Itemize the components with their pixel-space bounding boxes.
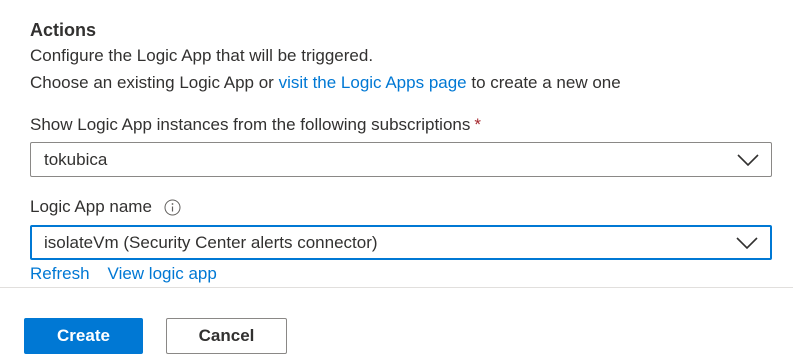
section-heading: Actions [30, 20, 97, 40]
description-prefix: Choose an existing Logic App or [30, 73, 279, 92]
subscriptions-dropdown[interactable]: tokubica [30, 142, 772, 177]
required-marker: * [474, 115, 481, 134]
footer-divider [0, 287, 793, 288]
refresh-link[interactable]: Refresh [30, 264, 90, 283]
logic-app-name-dropdown[interactable]: isolateVm (Security Center alerts connec… [30, 225, 772, 260]
description-suffix: to create a new one [466, 73, 621, 92]
logic-app-links: Refresh View logic app [30, 264, 217, 284]
subscriptions-selected-value: tokubica [44, 149, 108, 169]
chevron-down-icon [736, 236, 758, 249]
logic-app-selected-value: isolateVm (Security Center alerts connec… [44, 232, 378, 252]
logic-app-name-label-text: Logic App name [30, 197, 152, 216]
logic-apps-page-link[interactable]: visit the Logic Apps page [279, 73, 467, 92]
cancel-button[interactable]: Cancel [166, 318, 287, 354]
subscriptions-label: Show Logic App instances from the follow… [30, 115, 481, 135]
description-line-1: Configure the Logic App that will be tri… [30, 46, 374, 65]
description-line-2: Choose an existing Logic App or visit th… [30, 73, 621, 93]
logic-app-name-label: Logic App name [30, 197, 181, 217]
info-icon[interactable] [164, 199, 181, 216]
chevron-down-icon [737, 153, 759, 166]
create-button[interactable]: Create [24, 318, 143, 354]
logic-app-actions-panel: Actions Configure the Logic App that wil… [0, 0, 793, 363]
view-logic-app-link[interactable]: View logic app [108, 264, 217, 283]
subscriptions-label-text: Show Logic App instances from the follow… [30, 115, 471, 134]
